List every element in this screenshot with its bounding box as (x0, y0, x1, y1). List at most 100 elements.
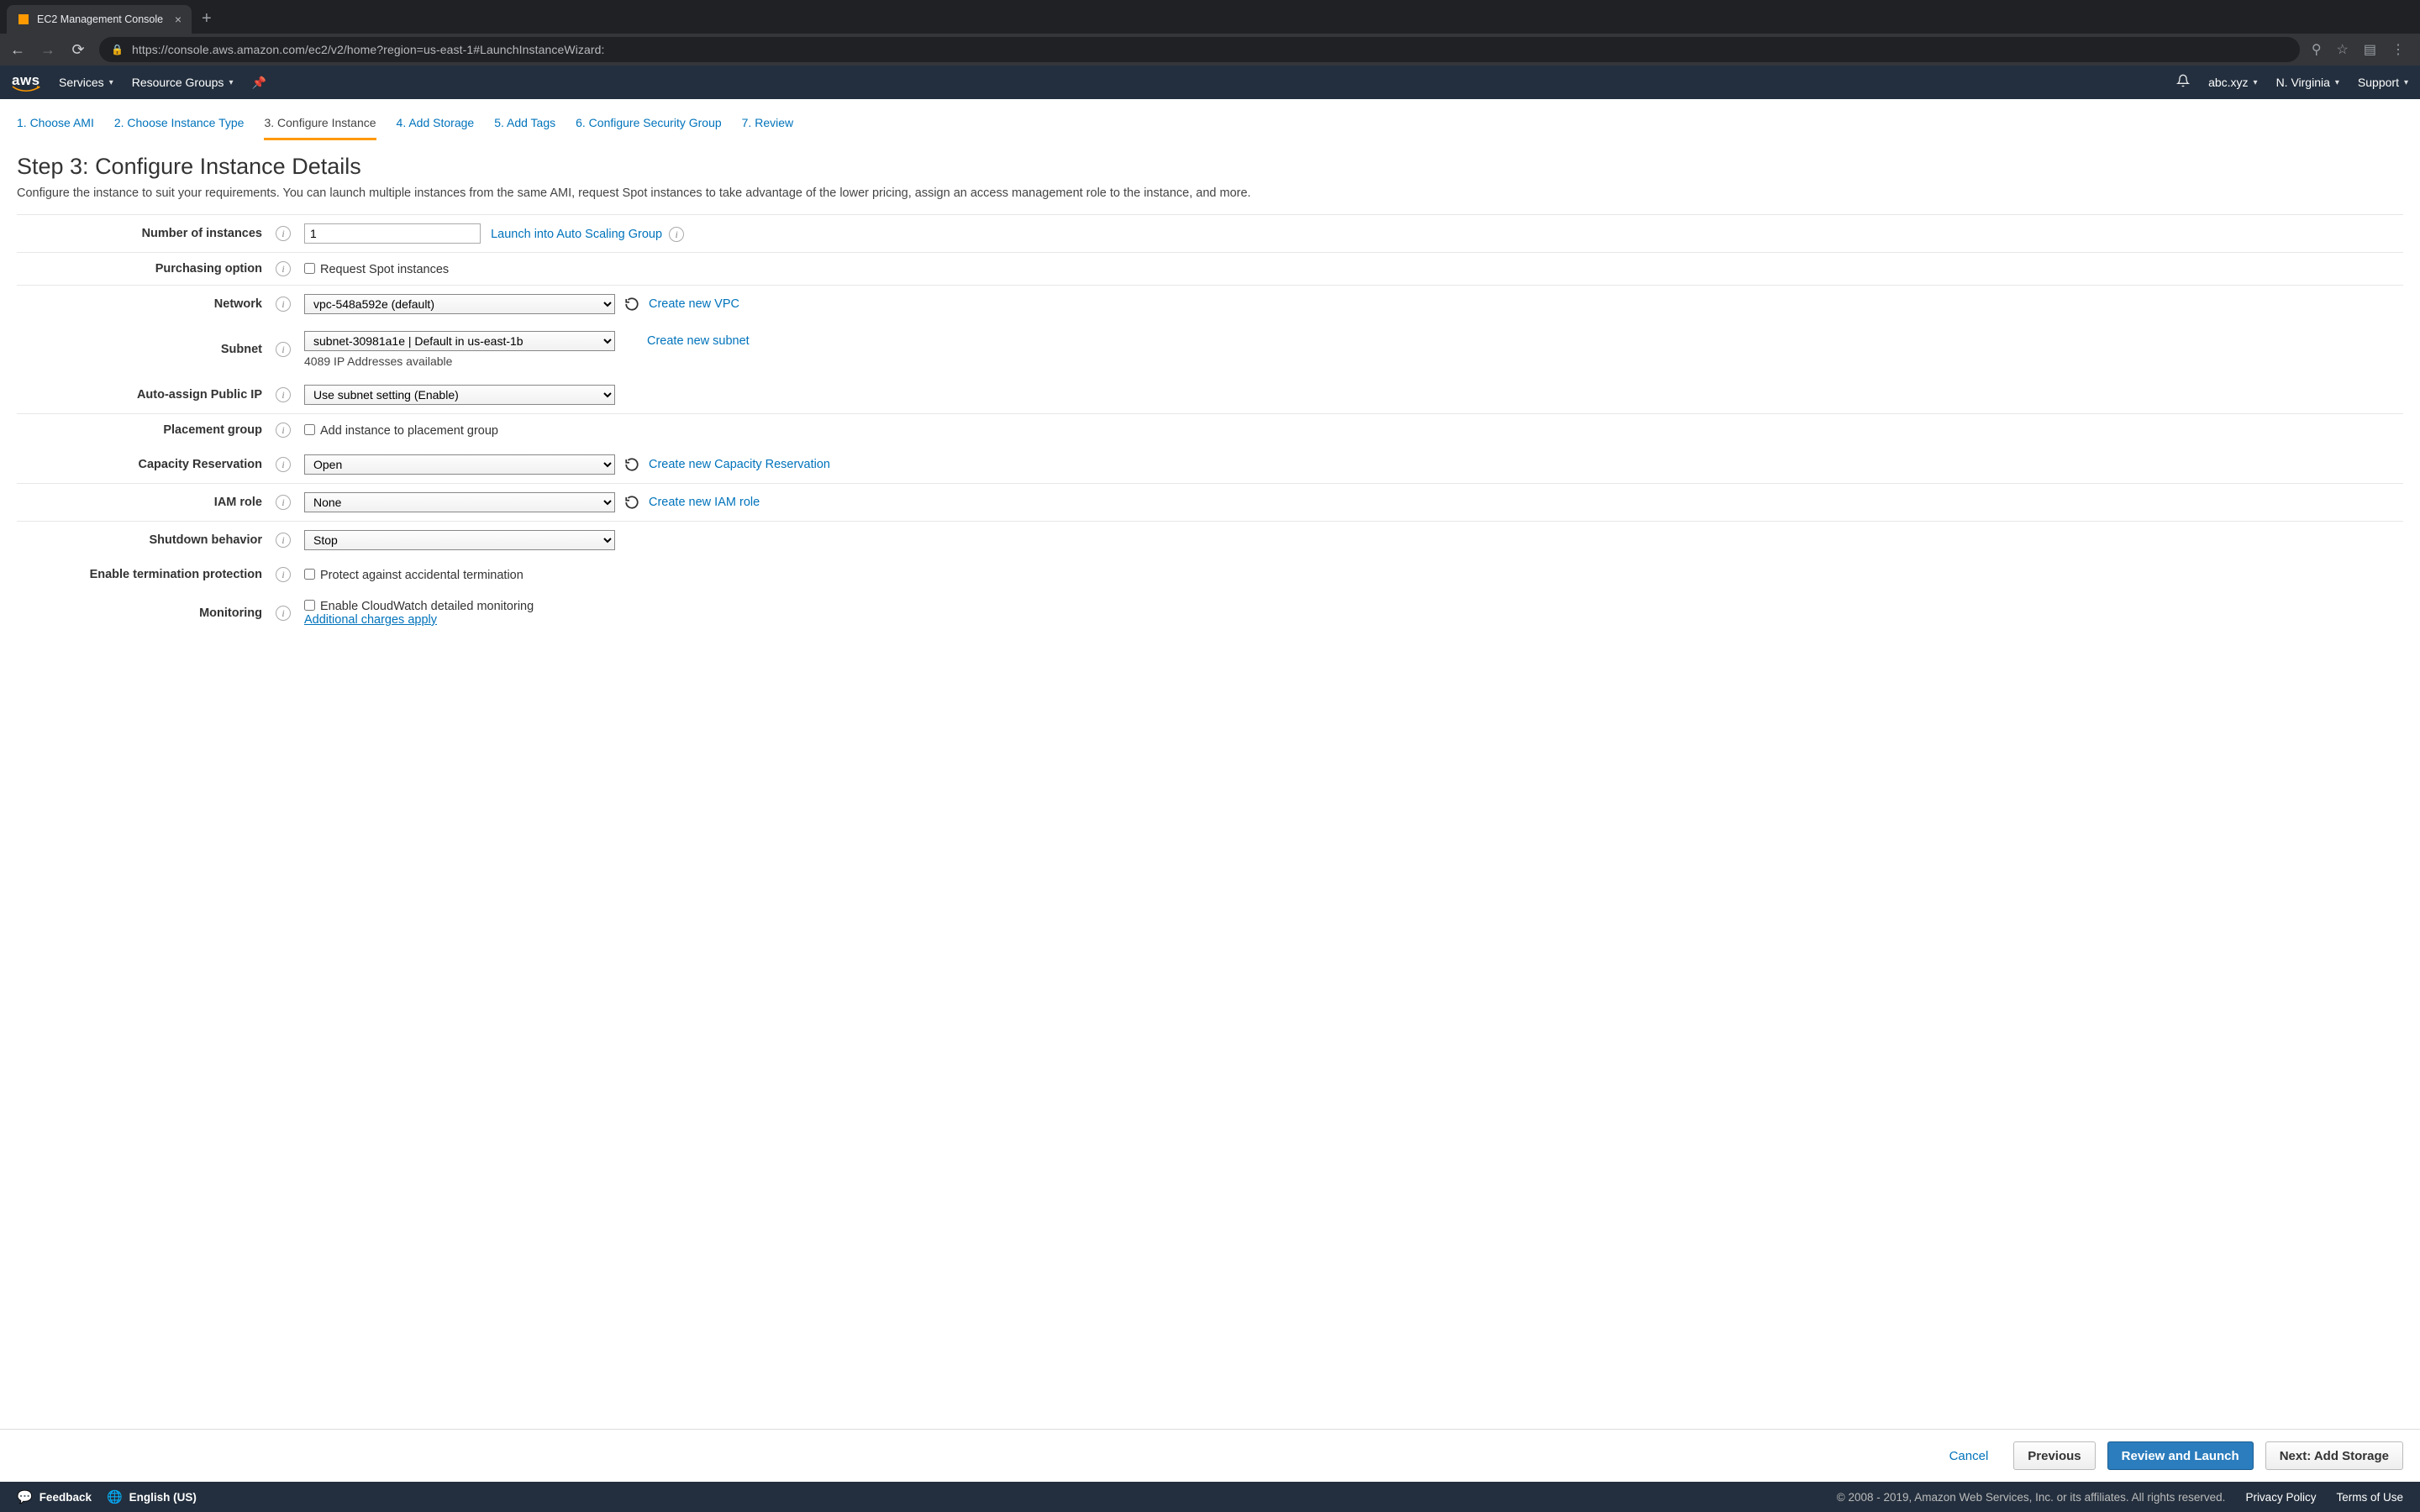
globe-icon: 🌐 (107, 1489, 123, 1504)
tab-bar: EC2 Management Console × + (0, 0, 2420, 34)
aws-logo[interactable]: aws (12, 73, 40, 92)
info-icon[interactable]: i (276, 567, 291, 582)
cancel-button[interactable]: Cancel (1936, 1441, 2002, 1470)
tab-close-icon[interactable]: × (175, 13, 182, 26)
label-capacity-reservation: Capacity Reservation (17, 446, 269, 484)
reload-icon[interactable]: ⟳ (69, 41, 87, 59)
step-configure-security-group[interactable]: 6. Configure Security Group (576, 109, 722, 140)
chat-icon: 💬 (17, 1489, 33, 1504)
launch-asg-link[interactable]: Launch into Auto Scaling Group (491, 228, 662, 241)
new-tab-button[interactable]: + (192, 9, 222, 34)
label-iam-role: IAM role (17, 484, 269, 522)
action-bar: Cancel Previous Review and Launch Next: … (0, 1429, 2420, 1482)
terms-link[interactable]: Terms of Use (2336, 1491, 2403, 1504)
label-placement: Placement group (17, 414, 269, 447)
review-launch-button[interactable]: Review and Launch (2107, 1441, 2254, 1470)
configure-form: Number of instances i Launch into Auto S… (17, 214, 2403, 635)
placement-checkbox-label[interactable]: Add instance to placement group (304, 424, 498, 438)
copyright-text: © 2008 - 2019, Amazon Web Services, Inc.… (1837, 1491, 2226, 1504)
shutdown-select[interactable]: Stop (304, 530, 615, 550)
label-num-instances: Number of instances (17, 215, 269, 253)
network-select[interactable]: vpc-548a592e (default) (304, 294, 615, 314)
browser-toolbar: ← → ⟳ 🔒 https://console.aws.amazon.com/e… (0, 34, 2420, 66)
info-icon[interactable]: i (276, 226, 291, 241)
termination-protection-checkbox[interactable] (304, 569, 315, 580)
monitoring-checkbox-label[interactable]: Enable CloudWatch detailed monitoring (304, 600, 534, 613)
label-purchasing: Purchasing option (17, 253, 269, 286)
nav-support[interactable]: Support▾ (2358, 76, 2408, 89)
label-network: Network (17, 286, 269, 323)
browser-right-icons: ⚲ ☆ ▤ ⋮ (2312, 41, 2412, 58)
bell-icon[interactable] (2176, 74, 2190, 91)
nav-account[interactable]: abc.xyz▾ (2208, 76, 2258, 89)
info-icon[interactable]: i (276, 423, 291, 438)
zoom-icon[interactable]: ⚲ (2312, 41, 2322, 58)
nav-resource-groups[interactable]: Resource Groups▾ (132, 76, 234, 89)
lock-icon: 🔒 (111, 44, 124, 55)
back-icon[interactable]: ← (8, 41, 27, 59)
aws-top-nav: aws Services▾ Resource Groups▾ 📌 abc.xyz… (0, 66, 2420, 99)
feedback-link[interactable]: 💬 Feedback (17, 1489, 92, 1504)
address-bar[interactable]: 🔒 https://console.aws.amazon.com/ec2/v2/… (99, 37, 2300, 62)
purchasing-checkbox[interactable] (304, 263, 315, 274)
num-instances-input[interactable] (304, 223, 481, 244)
info-icon[interactable]: i (276, 533, 291, 548)
wizard-steps: 1. Choose AMI 2. Choose Instance Type 3.… (0, 99, 2420, 140)
purchasing-checkbox-label[interactable]: Request Spot instances (304, 263, 449, 276)
subnet-select[interactable]: subnet-30981a1e | Default in us-east-1b (304, 331, 615, 351)
create-subnet-link[interactable]: Create new subnet (647, 334, 750, 348)
refresh-icon[interactable] (623, 296, 640, 312)
create-iam-role-link[interactable]: Create new IAM role (649, 496, 760, 509)
browser-tab[interactable]: EC2 Management Console × (7, 5, 192, 34)
browser-chrome: EC2 Management Console × + ← → ⟳ 🔒 https… (0, 0, 2420, 66)
favicon-icon (17, 13, 30, 26)
url-text: https://console.aws.amazon.com/ec2/v2/ho… (132, 43, 605, 56)
step-configure-instance[interactable]: 3. Configure Instance (264, 109, 376, 140)
previous-button[interactable]: Previous (2013, 1441, 2095, 1470)
create-vpc-link[interactable]: Create new VPC (649, 297, 739, 311)
termination-protection-checkbox-label[interactable]: Protect against accidental termination (304, 569, 523, 582)
page-title: Step 3: Configure Instance Details (17, 154, 2403, 180)
auto-ip-select[interactable]: Use subnet setting (Enable) (304, 385, 615, 405)
star-icon[interactable]: ☆ (2337, 41, 2349, 58)
label-monitoring: Monitoring (17, 591, 269, 635)
extensions-icon[interactable]: ▤ (2364, 41, 2376, 58)
step-add-tags[interactable]: 5. Add Tags (494, 109, 555, 140)
info-icon[interactable]: i (276, 495, 291, 510)
next-add-storage-button[interactable]: Next: Add Storage (2265, 1441, 2403, 1470)
info-icon[interactable]: i (276, 606, 291, 621)
tab-title: EC2 Management Console (37, 13, 163, 25)
page-description: Configure the instance to suit your requ… (17, 185, 2403, 202)
info-icon[interactable]: i (276, 457, 291, 472)
refresh-icon[interactable] (623, 494, 640, 511)
monitoring-checkbox[interactable] (304, 600, 315, 611)
nav-services[interactable]: Services▾ (59, 76, 113, 89)
aws-footer: 💬 Feedback 🌐 English (US) © 2008 - 2019,… (0, 1482, 2420, 1512)
step-choose-ami[interactable]: 1. Choose AMI (17, 109, 94, 140)
label-auto-ip: Auto-assign Public IP (17, 376, 269, 414)
placement-checkbox[interactable] (304, 424, 315, 435)
info-icon[interactable]: i (276, 342, 291, 357)
main-content: Step 3: Configure Instance Details Confi… (0, 140, 2420, 1429)
label-shutdown: Shutdown behavior (17, 522, 269, 559)
nav-region[interactable]: N. Virginia▾ (2276, 76, 2339, 89)
info-icon[interactable]: i (276, 261, 291, 276)
forward-icon[interactable]: → (39, 41, 57, 59)
step-add-storage[interactable]: 4. Add Storage (397, 109, 475, 140)
step-review[interactable]: 7. Review (742, 109, 793, 140)
info-icon[interactable]: i (276, 297, 291, 312)
label-termination-protection: Enable termination protection (17, 559, 269, 591)
capacity-reservation-select[interactable]: Open (304, 454, 615, 475)
info-icon[interactable]: i (276, 387, 291, 402)
info-icon[interactable]: i (669, 227, 684, 242)
subnet-ip-count: 4089 IP Addresses available (304, 354, 2396, 368)
create-capacity-reservation-link[interactable]: Create new Capacity Reservation (649, 458, 830, 471)
language-selector[interactable]: 🌐 English (US) (107, 1489, 197, 1504)
monitoring-charges-link[interactable]: Additional charges apply (304, 613, 437, 627)
pin-icon[interactable]: 📌 (251, 76, 266, 90)
iam-role-select[interactable]: None (304, 492, 615, 512)
kebab-menu-icon[interactable]: ⋮ (2391, 41, 2405, 58)
refresh-icon[interactable] (623, 456, 640, 473)
privacy-link[interactable]: Privacy Policy (2245, 1491, 2316, 1504)
step-choose-instance-type[interactable]: 2. Choose Instance Type (114, 109, 245, 140)
